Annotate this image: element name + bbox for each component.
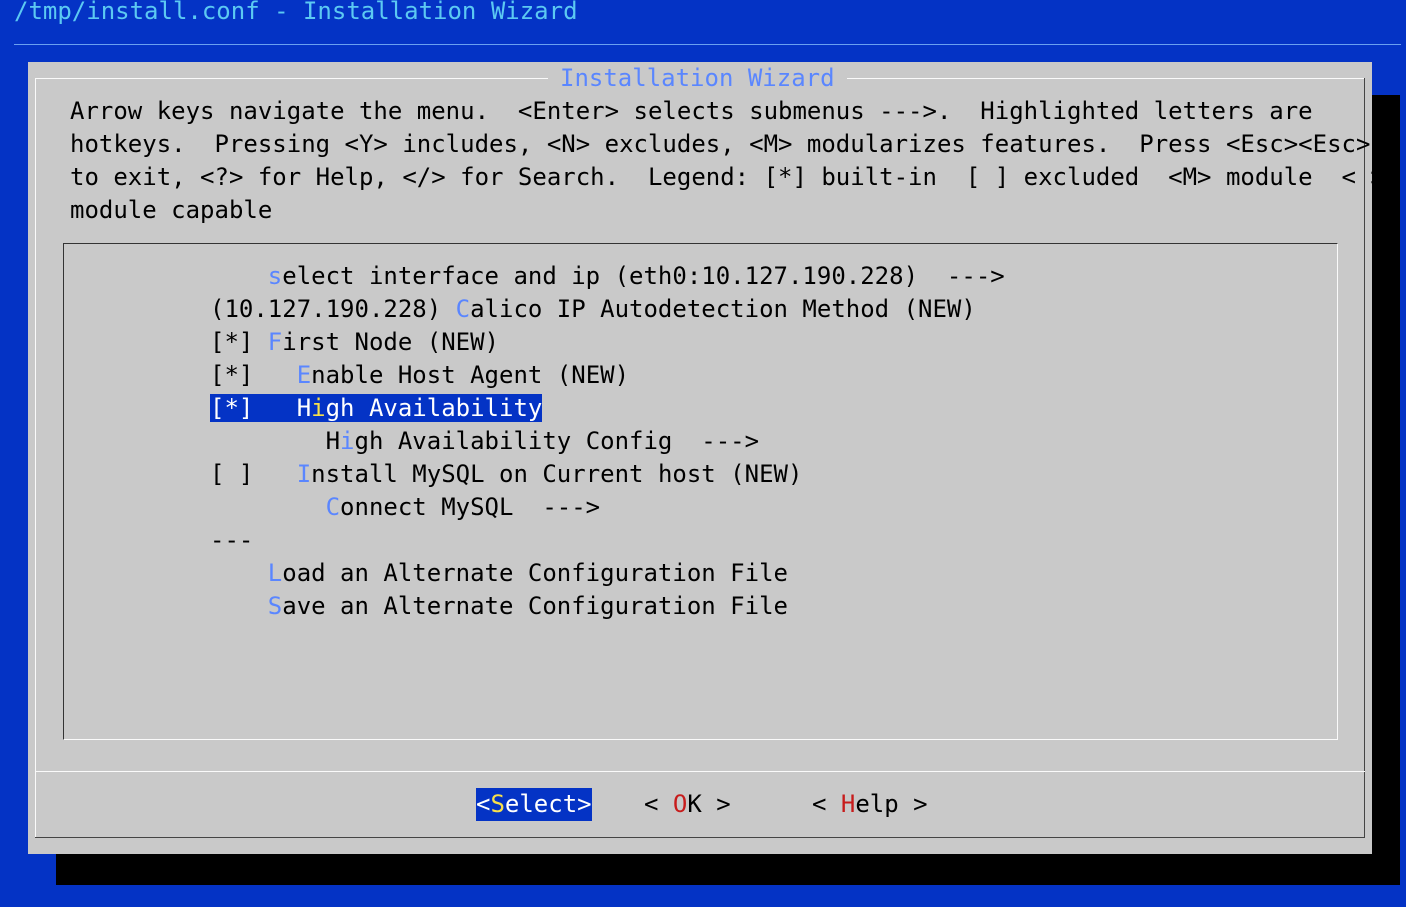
menu-item-first-node[interactable]: [*] First Node (NEW): [210, 326, 1005, 359]
menu-item-indent: [210, 493, 326, 521]
hotkey-letter: E: [296, 361, 312, 389]
hotkey-letter: i: [340, 427, 355, 455]
menu-item-label: onnect MySQL --->: [340, 493, 601, 521]
menu-item-high-availability-config[interactable]: High Availability Config --->: [210, 425, 1005, 458]
menu-item-label-start: H: [296, 394, 312, 422]
menu-item-label: oad an Alternate Configuration File: [282, 559, 788, 587]
menu-item-label: ave an Alternate Configuration File: [282, 592, 788, 620]
hotkey-letter: s: [267, 262, 283, 290]
button-bar: <Select> < OK > < Help >: [0, 788, 1406, 821]
menu-item-indent: [210, 592, 268, 620]
button-bar-divider: [35, 771, 1365, 772]
menu-item-value: (10.127.190.228): [210, 295, 456, 323]
menu-separator: ---: [210, 526, 254, 554]
button-label: elp: [855, 790, 899, 818]
menu-item-indent: [210, 427, 326, 455]
help-line: module capable: [70, 196, 273, 224]
hotkey-letter: L: [267, 559, 283, 587]
help-text: Arrow keys navigate the menu. <Enter> se…: [70, 95, 1385, 227]
hotkey-letter: F: [267, 328, 283, 356]
button-label: K: [687, 790, 702, 818]
menu-item-label: nable Host Agent (NEW): [311, 361, 630, 389]
menu-item-label: alico IP Autodetection Method (NEW): [470, 295, 976, 323]
dialog-shadow-right: [1372, 95, 1400, 885]
button-bracket: >: [577, 790, 592, 818]
menu-list: select interface and ip (eth0:10.127.190…: [210, 260, 1005, 623]
hotkey-letter: S: [267, 592, 283, 620]
ok-button[interactable]: < OK >: [644, 788, 731, 821]
help-line: hotkeys. Pressing <Y> includes, <N> excl…: [70, 130, 1371, 158]
menu-item-prefix: [210, 262, 268, 290]
menu-item-high-availability[interactable]: [*] High Availability: [210, 392, 1005, 425]
menu-item-connect-mysql[interactable]: Connect MySQL --->: [210, 491, 1005, 524]
menu-item-label: nstall MySQL on Current host (NEW): [311, 460, 803, 488]
button-bracket: <: [644, 790, 673, 818]
checkbox-state: [ ]: [210, 460, 297, 488]
button-label: elect: [504, 790, 578, 818]
menu-item-enable-host-agent[interactable]: [*] Enable Host Agent (NEW): [210, 359, 1005, 392]
hotkey-letter: C: [455, 295, 471, 323]
dialog-frame-right: [1364, 78, 1365, 838]
menu-item-select-interface[interactable]: select interface and ip (eth0:10.127.190…: [210, 260, 1005, 293]
hotkey-letter: i: [311, 394, 326, 422]
menu-item-label: gh Availability Config --->: [354, 427, 760, 455]
menu-item-load-config[interactable]: Load an Alternate Configuration File: [210, 557, 1005, 590]
menu-item-label: gh Availability: [325, 394, 543, 422]
select-button[interactable]: <Select>: [476, 788, 592, 821]
hotkey-letter: I: [296, 460, 312, 488]
dialog-shadow-bottom: [56, 854, 1400, 885]
button-bracket: <: [476, 790, 491, 818]
help-line: Arrow keys navigate the menu. <Enter> se…: [70, 97, 1313, 125]
hotkey-letter: S: [490, 790, 505, 818]
help-button[interactable]: < Help >: [812, 788, 928, 821]
window-title: /tmp/install.conf - Installation Wizard: [14, 0, 578, 25]
dialog-title: Installation Wizard: [548, 62, 847, 95]
checkbox-state: [*]: [210, 328, 268, 356]
menu-item-save-config[interactable]: Save an Alternate Configuration File: [210, 590, 1005, 623]
dialog-frame-left: [35, 78, 36, 838]
button-bracket: >: [898, 790, 928, 818]
help-line: to exit, <?> for Help, </> for Search. L…: [70, 163, 1385, 191]
menu-item-label: irst Node (NEW): [282, 328, 499, 356]
dialog-frame-bottom: [35, 837, 1365, 838]
checkbox-state: [*]: [210, 361, 297, 389]
hotkey-letter: H: [840, 790, 856, 818]
selection-highlight: [*] High Availability: [210, 394, 543, 422]
hotkey-letter: C: [325, 493, 341, 521]
menu-item-calico-ip-method[interactable]: (10.127.190.228) Calico IP Autodetection…: [210, 293, 1005, 326]
hotkey-letter: O: [672, 790, 688, 818]
menu-item-label-start: H: [325, 427, 341, 455]
button-bracket: <: [812, 790, 841, 818]
menu-item-indent: [210, 559, 268, 587]
menu-item-install-mysql[interactable]: [ ] Install MySQL on Current host (NEW): [210, 458, 1005, 491]
checkbox-state: [*]: [210, 394, 297, 422]
button-bracket: >: [701, 790, 731, 818]
terminal-screen: /tmp/install.conf - Installation Wizard …: [0, 0, 1406, 907]
title-divider: [14, 44, 1401, 45]
menu-item-label: elect interface and ip (eth0:10.127.190.…: [282, 262, 1005, 290]
